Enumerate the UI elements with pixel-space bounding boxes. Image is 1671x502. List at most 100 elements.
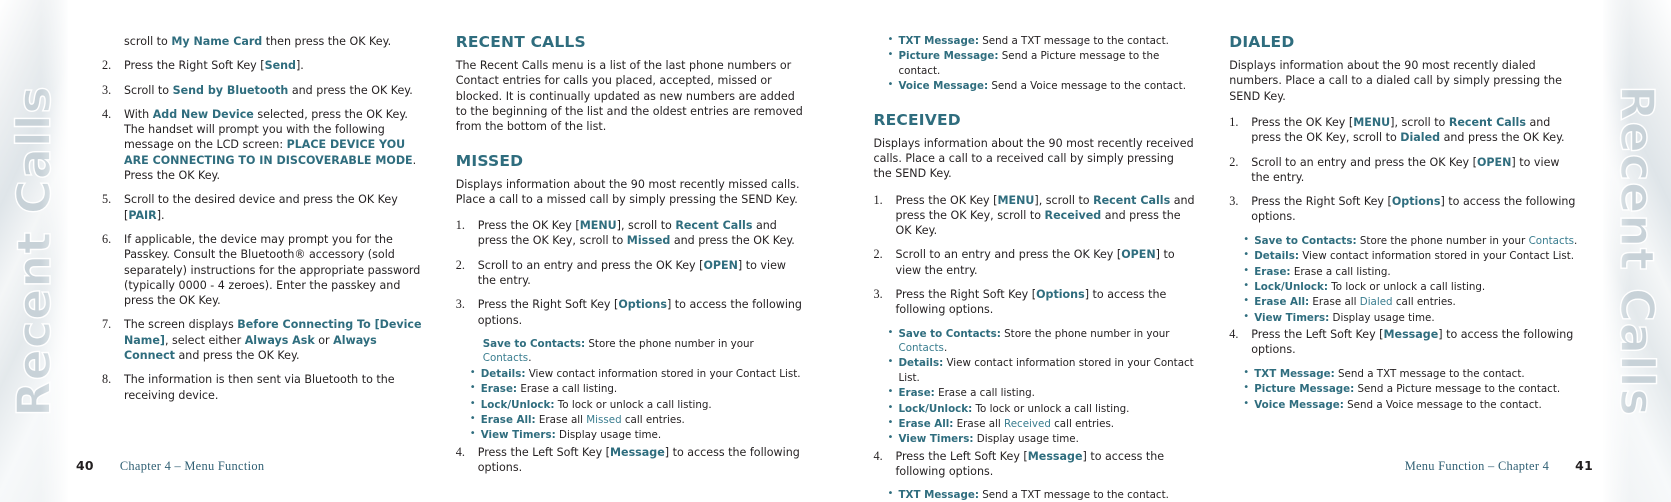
option-label: Save to Contacts: — [482, 337, 586, 350]
numbered-steps-received: 1. Press the OK Key [MENU], scroll to Rec… — [874, 193, 1196, 318]
step-text: ]. — [295, 59, 304, 73]
step-text: ]. — [156, 208, 165, 222]
bluetooth-steps: scroll to My Name Card then press the OK… — [102, 34, 424, 49]
heading-received: RECEIVED — [873, 110, 961, 129]
missed-message-options-list: TXT Message: Send a TXT message to the c… — [874, 33, 1196, 94]
step-text: and press the OK Key. — [1440, 131, 1565, 145]
page-right: TXT Message: Send a TXT message to the c… — [836, 0, 1604, 502]
option-label: TXT Message: — [1254, 367, 1335, 380]
step-text: and press the OK Key. — [670, 234, 795, 248]
option-desc-term: Contacts — [482, 352, 529, 365]
option-label: Voice Message: — [1254, 398, 1344, 411]
numbered-step: 1. Press the OK Key [MENU], scroll to Rec… — [874, 193, 1196, 239]
option-item: Save to Contacts: Store the phone number… — [1243, 233, 1579, 248]
numbered-step: 2. Scroll to an entry and press the OK Ke… — [1229, 155, 1579, 186]
option-item: Erase: Erase a call listing. — [1243, 264, 1579, 279]
option-desc: Erase all — [535, 413, 587, 426]
option-desc: Store the phone number in your — [585, 337, 754, 350]
step-continuation: scroll to My Name Card then press the OK… — [102, 34, 424, 49]
numbered-step: 2. Scroll to an entry and press the OK Ke… — [874, 247, 1196, 278]
step-text: If applicable, the device may prompt you… — [124, 232, 421, 308]
step-number: 3. — [455, 297, 465, 312]
dialed-step4: 4. Press the Left Soft Key [Message] to a… — [1229, 327, 1579, 358]
option-label: Details: — [898, 357, 944, 370]
manual-spread: Recent Calls Recent Calls scroll to My N… — [0, 0, 1671, 502]
option-item: TXT Message: Send a TXT message to the c… — [888, 33, 1196, 48]
option-desc-tail: . — [528, 352, 532, 365]
step-term: Message — [1027, 449, 1083, 463]
step-number: 3. — [873, 287, 883, 302]
option-desc: Send a TXT message to the contact. — [1334, 367, 1525, 380]
option-label: View Timers: — [1254, 311, 1330, 324]
option-item: Details: View contact information stored… — [888, 355, 1196, 385]
step-text: Press the Right Soft Key [ — [1251, 195, 1392, 209]
step-text: ], scroll to — [616, 219, 676, 233]
option-desc-term: Contacts — [1528, 234, 1575, 247]
step-term: MENU — [579, 219, 617, 233]
step-term: Missed — [626, 234, 671, 248]
option-item: Picture Message: Send a Picture message … — [1243, 381, 1579, 396]
numbered-step: 3. Press the Right Soft Key [Options] to … — [1229, 194, 1579, 225]
footer-text-left: Chapter 4 – Menu Function — [119, 459, 265, 473]
column-one: scroll to My Name Card then press the OK… — [78, 34, 452, 484]
step-text: and press the OK Key. — [288, 83, 413, 97]
step-text: Press the OK Key [ — [477, 219, 580, 233]
numbered-step: 4. Press the Left Soft Key [Message] to a… — [1229, 327, 1579, 358]
numbered-step: 1. Press the OK Key [MENU], scroll to Rec… — [1229, 115, 1579, 146]
dialed-options-list: Save to Contacts: Store the phone number… — [1229, 233, 1579, 325]
recent-calls-intro: The Recent Calls menu is a list of the l… — [455, 59, 803, 134]
option-desc: Send a TXT message to the contact. — [978, 35, 1169, 47]
step-number: 4. — [102, 106, 112, 121]
option-label: Erase All: — [898, 418, 954, 431]
option-desc-term: Dialed — [1359, 296, 1393, 309]
step-text: Press the Right Soft Key [ — [895, 288, 1037, 302]
step-term: PAIR — [128, 208, 157, 222]
numbered-step: 6. If applicable, the device may prompt y… — [102, 232, 424, 308]
numbered-step: 2. Scroll to an entry and press the OK Ke… — [456, 258, 804, 289]
step-term: Add New Device — [152, 107, 254, 121]
heading-dialed: DIALED — [1229, 33, 1295, 51]
step-term: OPEN — [1121, 248, 1156, 262]
column-four: DIALED Displays information about the 90… — [1219, 33, 1593, 502]
step-text: With — [124, 107, 153, 121]
option-desc-tail: . — [1574, 234, 1578, 247]
option-label: Lock/Unlock: — [1254, 280, 1328, 293]
option-item: View Timers: Display usage time. — [888, 431, 1196, 446]
step1-cont-text: scroll to My Name Card then press the OK… — [124, 35, 391, 48]
footer-left: 40 Chapter 4 – Menu Function — [76, 458, 264, 474]
step-number: 2. — [102, 58, 112, 73]
numbered-step: 4. Press the Left Soft Key [Message] to a… — [456, 445, 804, 476]
option-item: Save to Contacts: Store the phone number… — [888, 326, 1196, 356]
step-term: Always Ask — [244, 333, 315, 347]
option-label: Picture Message: — [898, 50, 999, 63]
option-desc-term: Contacts — [898, 342, 944, 355]
step-number: 5. — [102, 192, 112, 207]
numbered-step: 1. Press the OK Key [MENU], scroll to Rec… — [456, 218, 804, 249]
page-number-right: 41 — [1575, 458, 1593, 473]
step-text: Press the Left Soft Key [ — [1251, 328, 1384, 342]
step-number: 1. — [1229, 114, 1239, 129]
option-item: Lock/Unlock: To lock or unlock a call li… — [888, 401, 1196, 416]
step-term: OPEN — [703, 258, 738, 272]
step-text: Scroll to the desired device and press t… — [124, 193, 398, 222]
step-number: 4. — [873, 448, 883, 463]
step-text: Scroll to an entry and press the OK Key … — [1251, 155, 1477, 169]
step-number: 2. — [873, 247, 883, 262]
option-label: Save to Contacts: — [1254, 234, 1357, 247]
step-number: 3. — [1229, 194, 1239, 209]
option-desc: Display usage time. — [555, 429, 662, 442]
dialed-intro: Displays information about the 90 most r… — [1229, 59, 1562, 103]
option-desc-tail: call entries. — [1050, 418, 1115, 431]
step-term: OPEN — [1476, 155, 1512, 169]
option-item: Erase All: Erase all Received call entri… — [888, 416, 1196, 431]
dialed-message-options-list: TXT Message: Send a TXT message to the c… — [1229, 366, 1579, 412]
step-text: ], scroll to — [1390, 115, 1449, 129]
step-text: Press the Right Soft Key [ — [477, 298, 619, 312]
side-tab-right-gloss — [1603, 0, 1671, 502]
option-label: Picture Message: — [1254, 383, 1355, 396]
option-desc: Erase a call listing. — [934, 387, 1035, 400]
option-desc: Send a Voice message to the contact. — [988, 80, 1186, 93]
option-label: TXT Message: — [898, 489, 979, 502]
step-number: 2. — [1229, 154, 1239, 169]
step-term: Dialed — [1400, 131, 1441, 145]
